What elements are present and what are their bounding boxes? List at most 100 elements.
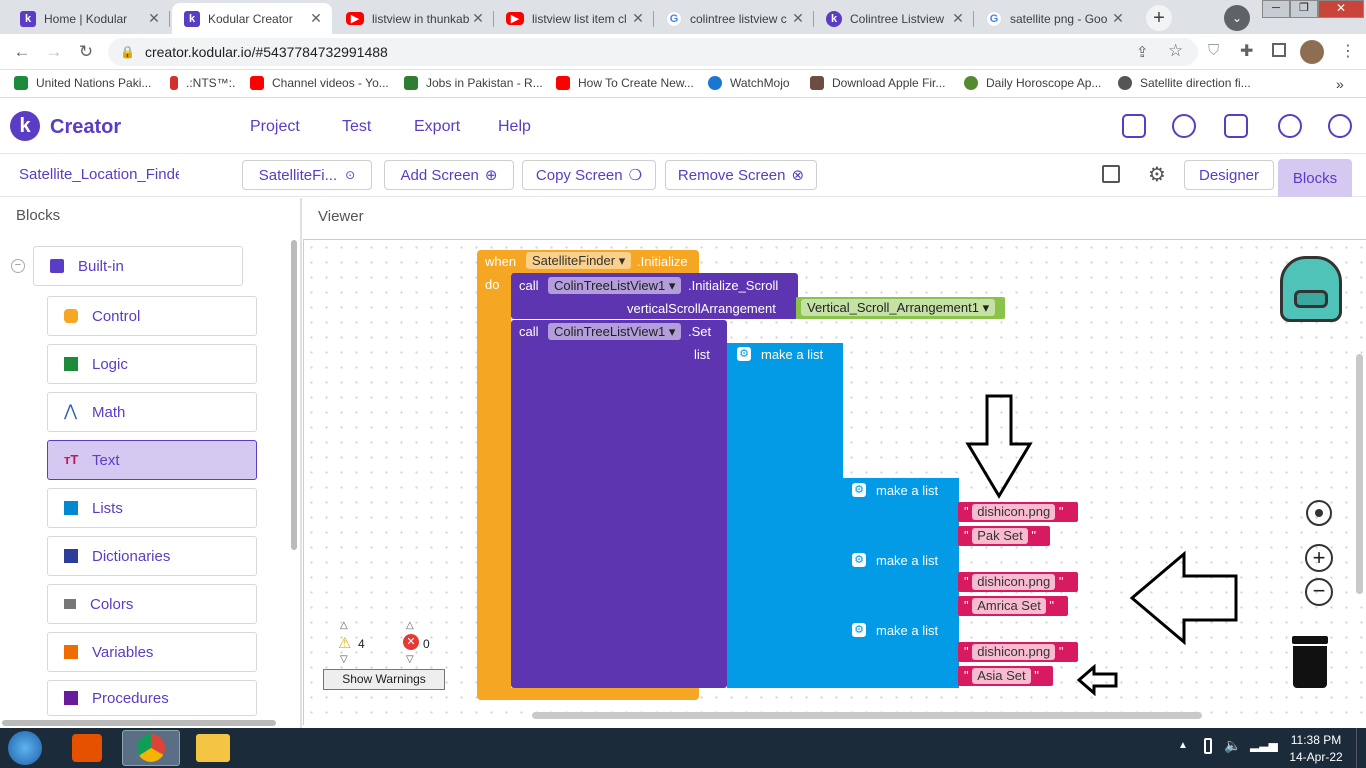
menu-help[interactable]: Help bbox=[498, 118, 531, 136]
bookmarks-overflow-icon[interactable]: » bbox=[1336, 76, 1344, 92]
warnings-prev-icon[interactable]: △ bbox=[340, 620, 348, 631]
blocks-panel-scrollbar[interactable] bbox=[291, 240, 297, 550]
forward-arrow-icon[interactable]: → bbox=[42, 41, 66, 63]
component-dropdown[interactable]: SatelliteFinder ▾ bbox=[526, 252, 632, 269]
recenter-target-icon[interactable] bbox=[1306, 500, 1332, 526]
category-procedures[interactable]: Procedures bbox=[47, 680, 257, 716]
account-icon[interactable] bbox=[1328, 114, 1352, 138]
gear-icon[interactable]: ⚙ bbox=[852, 623, 866, 637]
extensions-puzzle-icon[interactable]: ✚ bbox=[1240, 41, 1253, 61]
blocks-workspace[interactable]: when SatelliteFinder ▾ .Initialize do ca… bbox=[303, 239, 1366, 725]
bookmark-item[interactable]: Satellite direction fi... bbox=[1118, 76, 1251, 90]
bookmark-star-icon[interactable]: ☆ bbox=[1168, 41, 1183, 61]
clock-time[interactable]: 11:38 PM bbox=[1284, 733, 1348, 747]
panel-divider[interactable] bbox=[300, 198, 302, 728]
brave-shield-icon[interactable]: ⛉ bbox=[1208, 42, 1219, 59]
component-dropdown[interactable]: ColinTreeListView1 ▾ bbox=[548, 323, 682, 340]
text-string-block[interactable]: " dishicon.png " bbox=[958, 572, 1078, 592]
clock-date[interactable]: 14-Apr-22 bbox=[1284, 750, 1348, 764]
url-omnibox[interactable]: 🔒 creator.kodular.io/#5437784732991488 bbox=[108, 38, 1198, 66]
browser-tab[interactable]: G satellite png - Goo ✕ bbox=[974, 3, 1134, 34]
text-string-block[interactable]: " Amrica Set " bbox=[958, 596, 1068, 616]
category-variables[interactable]: Variables bbox=[47, 632, 257, 672]
blocks-panel-h-scrollbar[interactable] bbox=[2, 720, 276, 726]
close-icon[interactable]: ✕ bbox=[790, 10, 806, 27]
designer-button[interactable]: Designer bbox=[1184, 160, 1274, 190]
bookmark-item[interactable]: WatchMojo bbox=[708, 76, 790, 90]
palette-icon[interactable] bbox=[1172, 114, 1196, 138]
close-icon[interactable]: ✕ bbox=[146, 10, 162, 27]
back-arrow-icon[interactable]: ← bbox=[10, 41, 34, 63]
gear-icon[interactable]: ⚙ bbox=[737, 347, 751, 361]
close-icon[interactable]: ✕ bbox=[1110, 10, 1126, 27]
collapse-minus-icon[interactable]: − bbox=[11, 259, 25, 273]
projects-folder-icon[interactable] bbox=[1122, 114, 1146, 138]
category-control[interactable]: Control bbox=[47, 296, 257, 336]
settings-gear-icon[interactable]: ⚙ bbox=[1148, 162, 1166, 187]
text-string-block[interactable]: " dishicon.png " bbox=[958, 642, 1078, 662]
close-icon[interactable]: ✕ bbox=[470, 10, 486, 27]
gallery-icon[interactable] bbox=[1102, 165, 1120, 183]
show-desktop-button[interactable] bbox=[1356, 728, 1366, 768]
category-dictionaries[interactable]: Dictionaries bbox=[47, 536, 257, 576]
backpack-icon[interactable] bbox=[1280, 256, 1342, 322]
menu-project[interactable]: Project bbox=[250, 118, 300, 136]
browser-tab[interactable]: k Home | Kodular ✕ bbox=[8, 3, 170, 34]
errors-prev-icon[interactable]: △ bbox=[406, 620, 414, 631]
trash-icon[interactable] bbox=[1293, 646, 1327, 688]
copy-screen-button[interactable]: Copy Screen ❍ bbox=[522, 160, 656, 190]
show-warnings-button[interactable]: Show Warnings bbox=[323, 669, 445, 690]
category-colors[interactable]: Colors bbox=[47, 584, 257, 624]
close-icon[interactable]: ✕ bbox=[630, 10, 646, 27]
warnings-next-icon[interactable]: ▽ bbox=[340, 654, 348, 665]
text-string-block[interactable]: " dishicon.png " bbox=[958, 502, 1078, 522]
dollar-icon[interactable] bbox=[1278, 114, 1302, 138]
browser-tab[interactable]: ▶ listview in thunkable ✕ bbox=[334, 3, 494, 34]
browser-tab-active[interactable]: k Kodular Creator ✕ bbox=[172, 3, 332, 34]
windows-start-icon[interactable] bbox=[8, 731, 42, 765]
menu-export[interactable]: Export bbox=[414, 118, 460, 136]
builtin-drawer[interactable]: Built-in bbox=[33, 246, 243, 286]
menu-test[interactable]: Test bbox=[342, 118, 371, 136]
category-math[interactable]: ⋀ Math bbox=[47, 392, 257, 432]
bookmark-item[interactable]: How To Create New... bbox=[556, 76, 694, 90]
reload-icon[interactable]: ↻ bbox=[74, 41, 98, 63]
zoom-in-icon[interactable]: + bbox=[1305, 544, 1333, 572]
bookmark-item[interactable]: United Nations Paki... bbox=[14, 76, 151, 90]
bookmark-item[interactable]: Jobs in Pakistan - R... bbox=[404, 76, 543, 90]
restore-icon[interactable]: ❐ bbox=[1290, 0, 1318, 18]
gear-icon[interactable]: ⚙ bbox=[852, 553, 866, 567]
media-player-icon[interactable] bbox=[72, 734, 102, 762]
tray-expand-icon[interactable]: ▲ bbox=[1178, 740, 1188, 751]
category-lists[interactable]: Lists bbox=[47, 488, 257, 528]
call-set-block[interactable] bbox=[511, 320, 727, 688]
browser-tab[interactable]: G colintree listview c ✕ bbox=[654, 3, 814, 34]
browser-tab[interactable]: ▶ listview list item cl ✕ bbox=[494, 3, 654, 34]
close-icon[interactable]: ✕ bbox=[950, 10, 966, 27]
text-string-block[interactable]: " Asia Set " bbox=[958, 666, 1053, 686]
close-icon[interactable]: ✕ bbox=[308, 10, 324, 27]
workspace-v-scrollbar[interactable] bbox=[1356, 354, 1363, 594]
share-icon[interactable]: ⇪ bbox=[1136, 43, 1149, 61]
profile-avatar[interactable] bbox=[1300, 40, 1324, 64]
bookmark-item[interactable]: Download Apple Fir... bbox=[810, 76, 945, 90]
bookmark-item[interactable]: Channel videos - Yo... bbox=[250, 76, 389, 90]
chrome-taskbar-button[interactable] bbox=[122, 730, 180, 766]
component-dropdown[interactable]: Vertical_Scroll_Arrangement1 ▾ bbox=[801, 299, 996, 316]
new-tab-plus-icon[interactable]: + bbox=[1146, 5, 1172, 31]
minimize-icon[interactable]: ─ bbox=[1262, 0, 1290, 18]
docs-icon[interactable] bbox=[1224, 114, 1248, 138]
make-list-block[interactable] bbox=[727, 343, 843, 688]
network-signal-icon[interactable]: ▂▃▅ bbox=[1250, 738, 1278, 752]
category-text[interactable]: ᴛT Text bbox=[47, 440, 257, 480]
component-dropdown[interactable]: ColinTreeListView1 ▾ bbox=[548, 277, 682, 294]
browser-tab[interactable]: k Colintree Listview ✕ bbox=[814, 3, 974, 34]
window-close-icon[interactable]: ✕ bbox=[1318, 0, 1364, 18]
battery-icon[interactable] bbox=[1204, 738, 1212, 754]
file-explorer-icon[interactable] bbox=[196, 734, 230, 762]
zoom-out-icon[interactable]: − bbox=[1305, 578, 1333, 606]
bookmark-item[interactable]: .:NTS™:. bbox=[170, 76, 235, 90]
volume-icon[interactable]: 🔈 bbox=[1224, 737, 1241, 754]
text-string-block[interactable]: " Pak Set " bbox=[958, 526, 1050, 546]
screen-select-dropdown[interactable]: SatelliteFi... ⊙ bbox=[242, 160, 372, 190]
